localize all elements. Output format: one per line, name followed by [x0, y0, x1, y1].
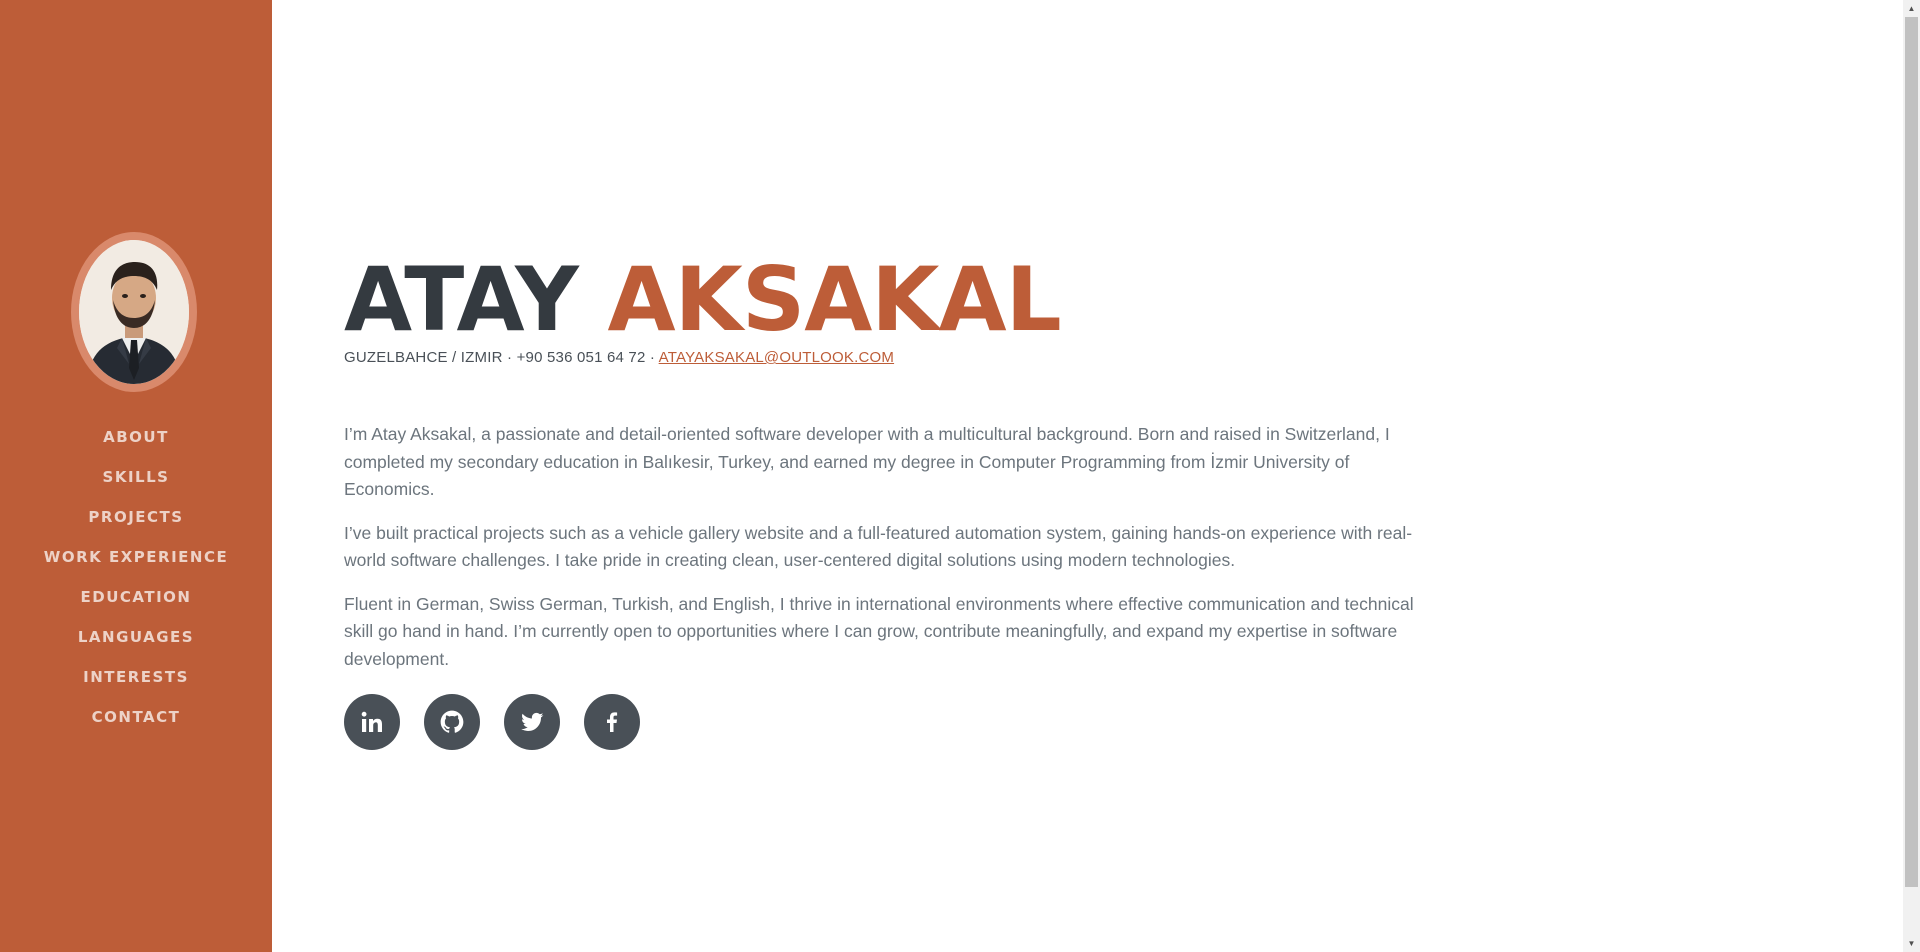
bio-paragraph: I’m Atay Aksakal, a passionate and detai…: [344, 424, 1390, 499]
nav-link-about[interactable]: ABOUT: [103, 428, 169, 446]
last-name: AKSAKAL: [607, 248, 1062, 351]
page: ABOUT SKILLS PROJECTS WORK EXPERIENCE ED…: [0, 0, 1920, 952]
sidebar-item-interests: INTERESTS: [0, 657, 272, 697]
sidebar: ABOUT SKILLS PROJECTS WORK EXPERIENCE ED…: [0, 0, 272, 952]
sidebar-item-projects: PROJECTS: [0, 497, 272, 537]
linkedin-icon: [361, 711, 382, 732]
nav-link-languages[interactable]: LANGUAGES: [78, 628, 194, 646]
twitter-icon: [521, 712, 544, 731]
email-link[interactable]: ATAYAKSAKAL@OUTLOOK.COM: [659, 349, 894, 366]
profile-photo: [79, 240, 189, 384]
person-portrait-icon: [79, 240, 189, 384]
vertical-scrollbar[interactable]: ▲ ▼: [1903, 0, 1920, 952]
facebook-icon: [607, 712, 618, 732]
contact-subheading: GUZELBAHCE / IZMIR · +90 536 051 64 72 ·…: [344, 349, 894, 366]
github-button[interactable]: [424, 694, 480, 750]
avatar: [71, 232, 197, 392]
first-name: ATAY: [344, 248, 579, 351]
nav-link-interests[interactable]: INTERESTS: [83, 668, 189, 686]
bio: I’m Atay Aksakal, a passionate and detai…: [344, 421, 1444, 689]
scroll-up-arrow-icon[interactable]: ▲: [1903, 0, 1920, 17]
sidebar-item-education: EDUCATION: [0, 577, 272, 617]
sidebar-item-languages: LANGUAGES: [0, 617, 272, 657]
nav-link-education[interactable]: EDUCATION: [81, 588, 192, 606]
linkedin-button[interactable]: [344, 694, 400, 750]
bio-paragraph: Fluent in German, Swiss German, Turkish,…: [344, 593, 1414, 669]
nav-link-projects[interactable]: PROJECTS: [88, 508, 183, 526]
nav-link-work-experience[interactable]: WORK EXPERIENCE: [44, 548, 228, 566]
sidebar-item-skills: SKILLS: [0, 457, 272, 497]
phone-text: +90 536 051 64 72: [516, 349, 646, 366]
separator: ·: [507, 349, 513, 366]
scroll-down-arrow-icon[interactable]: ▼: [1903, 935, 1920, 952]
github-icon: [440, 710, 464, 733]
sidebar-item-about: ABOUT: [0, 417, 272, 457]
twitter-button[interactable]: [504, 694, 560, 750]
facebook-button[interactable]: [584, 694, 640, 750]
sidebar-item-work-experience: WORK EXPERIENCE: [0, 537, 272, 577]
sidebar-item-contact: CONTACT: [0, 697, 272, 737]
social-icons: [344, 694, 640, 750]
page-title: ATAY AKSAKAL: [344, 248, 1062, 351]
separator: ·: [649, 349, 656, 366]
nav-link-contact[interactable]: CONTACT: [92, 708, 181, 726]
nav-link-skills[interactable]: SKILLS: [103, 468, 170, 486]
scrollbar-thumb[interactable]: [1905, 17, 1918, 887]
sidebar-nav: ABOUT SKILLS PROJECTS WORK EXPERIENCE ED…: [0, 417, 272, 737]
bio-paragraph: I’ve built practical projects such as a …: [344, 522, 1413, 571]
location-text: GUZELBAHCE / IZMIR: [344, 349, 503, 366]
